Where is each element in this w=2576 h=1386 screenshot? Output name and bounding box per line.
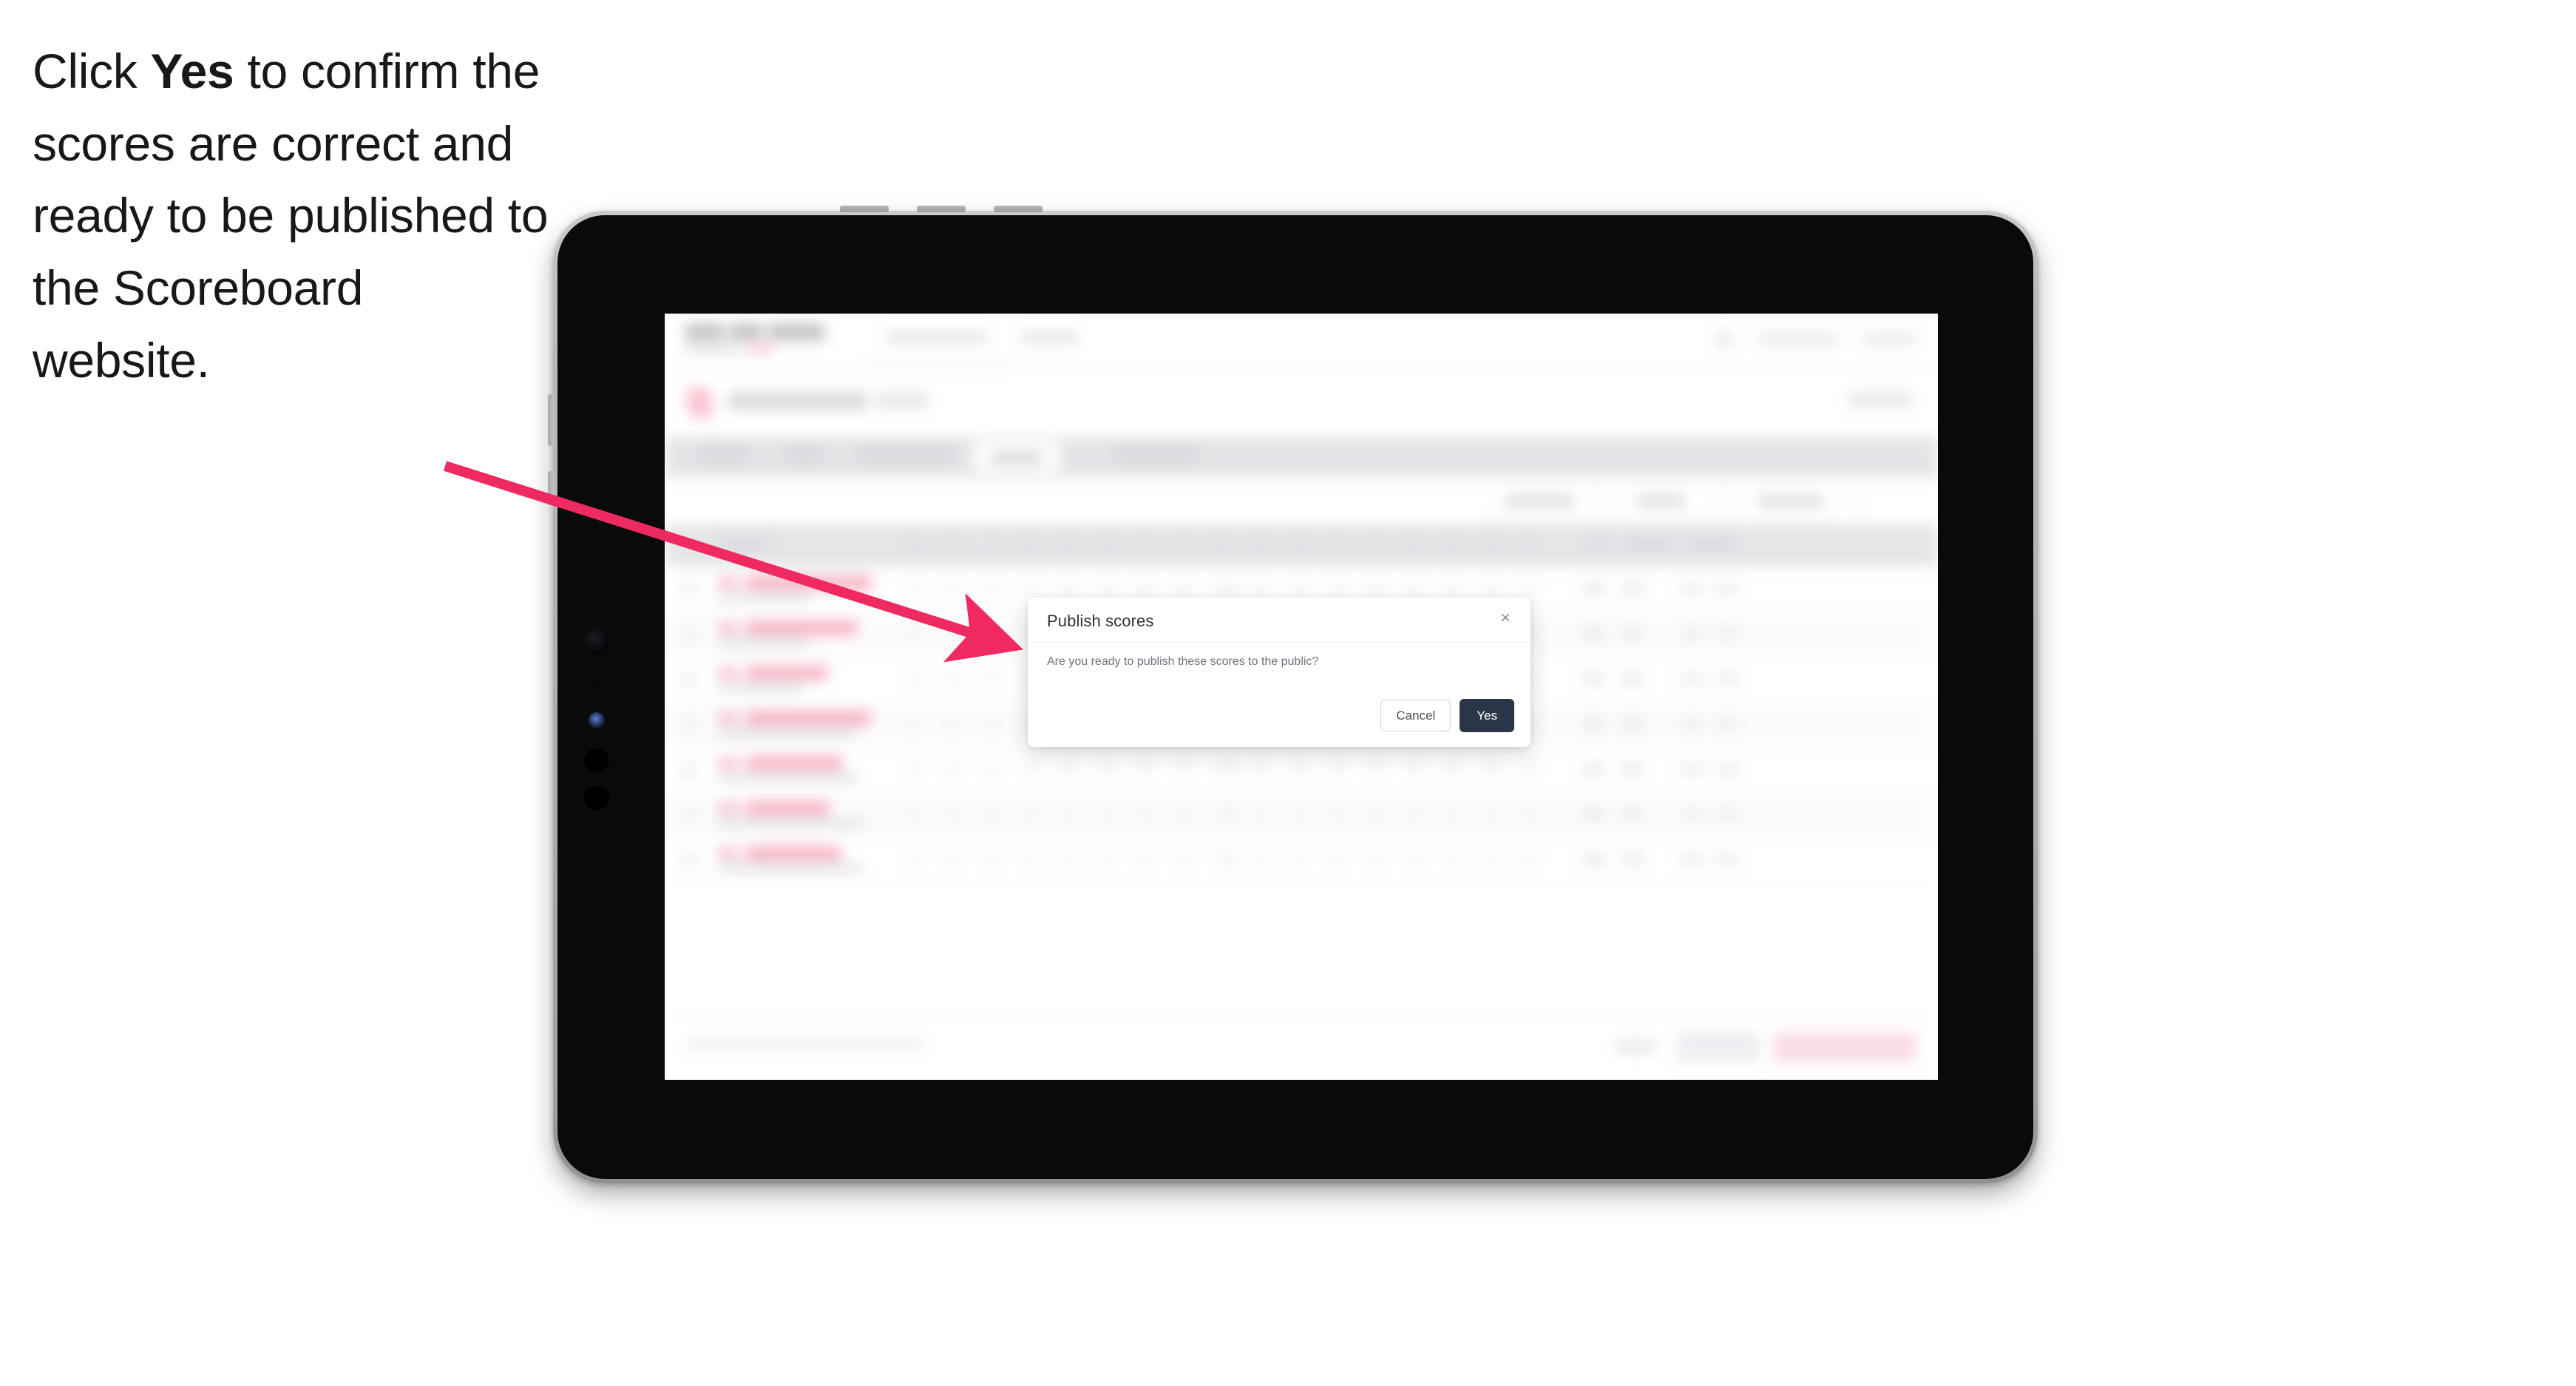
yes-button[interactable]: Yes	[1460, 699, 1514, 732]
dialog-title: Publish scores	[1047, 612, 1154, 630]
publish-scores-dialog: Publish scores × Are you ready to publis…	[1028, 598, 1531, 747]
tablet-volume-down-button[interactable]	[548, 471, 555, 505]
instruction-prefix: Click	[33, 44, 151, 98]
speaker-hole-2-icon	[584, 786, 609, 810]
tablet-top-button-3[interactable]	[994, 206, 1043, 212]
front-camera-icon	[584, 629, 609, 655]
tablet-top-button-2[interactable]	[917, 206, 966, 212]
instruction-keyword: Yes	[150, 44, 234, 98]
dialog-actions: Cancel Yes	[1380, 699, 1514, 732]
tablet-screen-bezel: Publish scores × Are you ready to publis…	[557, 215, 2033, 1179]
instruction-caption: Click Yes to confirm the scores are corr…	[33, 36, 550, 396]
cancel-button[interactable]: Cancel	[1380, 700, 1451, 731]
tablet-top-button-1[interactable]	[840, 206, 889, 212]
tablet-volume-up-button[interactable]	[548, 394, 555, 446]
dialog-message: Are you ready to publish these scores to…	[1047, 655, 1319, 668]
dialog-header: Publish scores ×	[1028, 598, 1531, 643]
status-led-icon	[589, 712, 605, 729]
tablet-device: Publish scores × Are you ready to publis…	[548, 206, 2038, 1183]
ambient-sensor-icon	[593, 680, 600, 687]
tablet-frame: Publish scores × Are you ready to publis…	[548, 206, 2038, 1183]
app-screen: Publish scores × Are you ready to publis…	[665, 314, 1938, 1080]
close-icon[interactable]: ×	[1495, 608, 1516, 629]
speaker-hole-1-icon	[584, 749, 609, 771]
